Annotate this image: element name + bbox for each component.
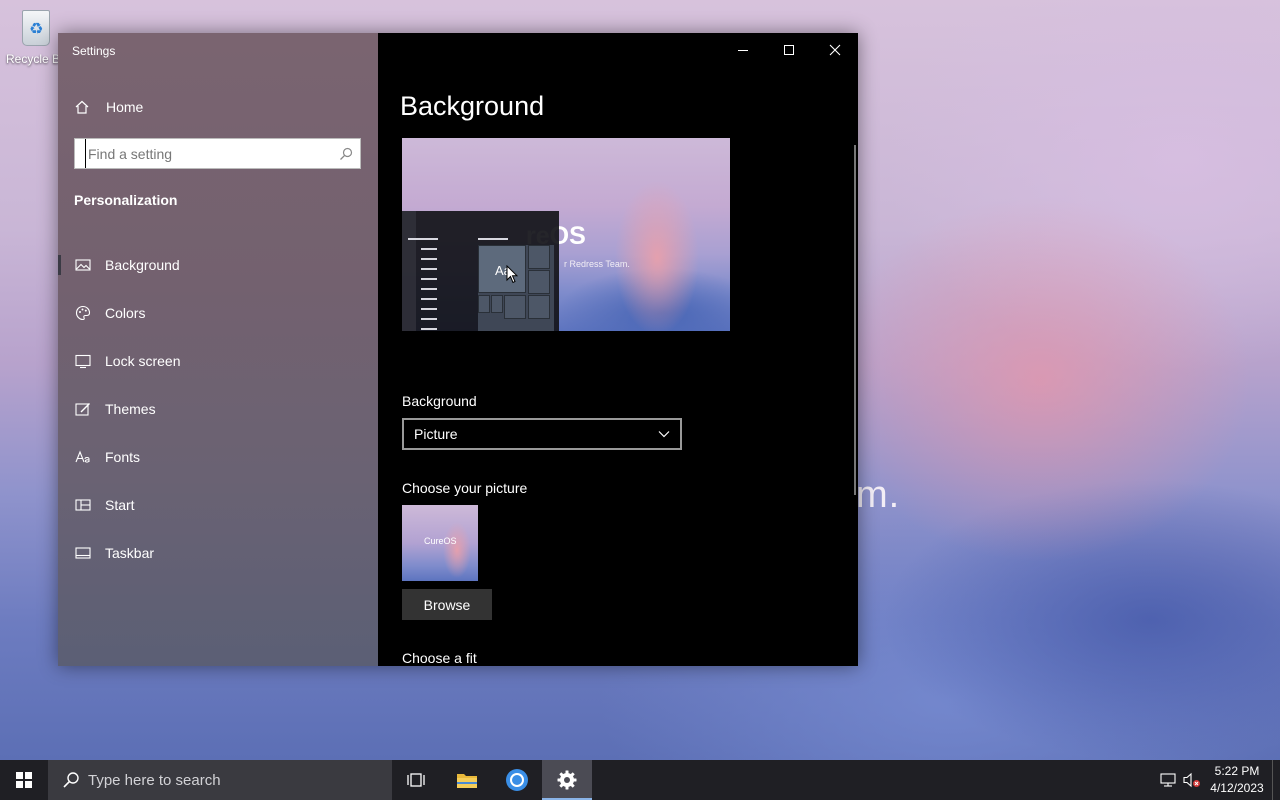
sidebar-item-lock-screen[interactable]: Lock screen (58, 337, 378, 385)
start-icon (75, 499, 91, 511)
windows-logo-icon (16, 772, 32, 788)
find-setting-search (74, 138, 361, 169)
file-explorer-icon (457, 774, 477, 788)
sidebar-item-label: Lock screen (105, 353, 181, 369)
window-title: Settings (72, 44, 116, 58)
chevron-down-icon (658, 431, 670, 438)
close-button[interactable] (812, 33, 858, 66)
find-setting-input[interactable] (85, 139, 339, 168)
clock-time: 5:22 PM (1214, 764, 1260, 778)
home-icon (75, 100, 89, 114)
home-link[interactable]: Home (74, 97, 143, 117)
task-view-icon (407, 773, 425, 787)
background-dropdown-value: Picture (414, 426, 458, 442)
preview-sub-text: r Redress Team. (564, 259, 630, 269)
clock-date: 4/12/2023 (1210, 781, 1264, 795)
choose-fit-label: Choose a fit (402, 650, 477, 666)
themes-icon (75, 403, 90, 416)
sidebar-item-themes[interactable]: Themes (58, 385, 378, 433)
taskbar-search-box[interactable]: Type here to search (48, 760, 392, 800)
sidebar-item-taskbar[interactable]: Taskbar (58, 529, 378, 577)
maximize-icon (784, 44, 794, 55)
wallpaper-text: m. (856, 474, 901, 516)
chrome-icon (506, 769, 528, 791)
sidebar-item-label: Start (105, 497, 135, 513)
network-button[interactable] (1156, 760, 1180, 800)
search-icon (63, 772, 79, 788)
content-scrollbar[interactable] (854, 145, 856, 495)
start-button[interactable] (0, 760, 48, 800)
sidebar-item-colors[interactable]: Colors (58, 289, 378, 337)
choose-picture-label: Choose your picture (402, 480, 528, 496)
network-icon (1160, 773, 1176, 787)
lock-screen-icon (75, 354, 91, 369)
settings-taskbar-button[interactable] (542, 760, 592, 800)
minimize-button[interactable] (720, 33, 766, 66)
background-dropdown[interactable]: Picture (402, 418, 682, 450)
minimize-icon (738, 49, 748, 51)
taskbar-clock[interactable]: 5:22 PM 4/12/2023 (1204, 763, 1270, 797)
recycle-bin-icon (22, 10, 50, 46)
image-icon (75, 259, 91, 271)
volume-muted-icon (1183, 772, 1200, 788)
close-icon (829, 44, 841, 55)
preview-start-menu: Aa (402, 211, 559, 331)
sidebar-item-start[interactable]: Start (58, 481, 378, 529)
chrome-button[interactable] (492, 760, 542, 800)
page-title: Background (400, 91, 545, 121)
personalization-nav: Background Colors Lock screen Themes Fon… (58, 241, 378, 577)
sidebar-item-fonts[interactable]: Fonts (58, 433, 378, 481)
palette-icon (75, 305, 91, 321)
settings-gear-icon (557, 770, 577, 790)
show-desktop-button[interactable] (1272, 760, 1280, 800)
settings-window: Settings Home Personalization Background (58, 33, 858, 666)
desktop-icon-recycle-bin[interactable]: Recycle Bin (6, 10, 70, 66)
taskbar: Type here to search 5:22 PM 4/12/2023 (0, 760, 1280, 800)
sidebar-item-label: Colors (105, 305, 146, 321)
picture-thumbnail[interactable]: CureOS (402, 505, 478, 581)
fonts-icon (75, 450, 90, 463)
mouse-cursor-icon (506, 265, 518, 284)
home-label: Home (106, 99, 144, 115)
sidebar-item-label: Fonts (105, 449, 141, 465)
taskbar-search-placeholder: Type here to search (88, 771, 221, 789)
desktop-icon-label: Recycle Bin (6, 52, 70, 66)
sidebar-item-label: Taskbar (105, 545, 155, 561)
search-icon[interactable] (339, 147, 353, 161)
browse-button[interactable]: Browse (402, 589, 492, 620)
sidebar-item-label: Background (105, 257, 180, 273)
task-view-button[interactable] (392, 760, 442, 800)
settings-content: Background reOS r Redress Team. Aa (378, 33, 858, 666)
preview-tiles: Aa (478, 245, 554, 331)
volume-button[interactable] (1180, 760, 1204, 800)
background-label: Background (402, 393, 477, 409)
sidebar-item-label: Themes (105, 401, 156, 417)
section-title: Personalization (74, 192, 178, 208)
maximize-button[interactable] (766, 33, 812, 66)
sidebar-item-background[interactable]: Background (58, 241, 378, 289)
file-explorer-button[interactable] (442, 760, 492, 800)
system-tray: 5:22 PM 4/12/2023 (1156, 760, 1280, 800)
background-preview: reOS r Redress Team. Aa (402, 138, 730, 331)
thumbnail-text: CureOS (424, 536, 457, 546)
caption-buttons (720, 33, 858, 66)
taskbar-icon (75, 547, 91, 559)
settings-sidebar: Settings Home Personalization Background (58, 33, 378, 666)
